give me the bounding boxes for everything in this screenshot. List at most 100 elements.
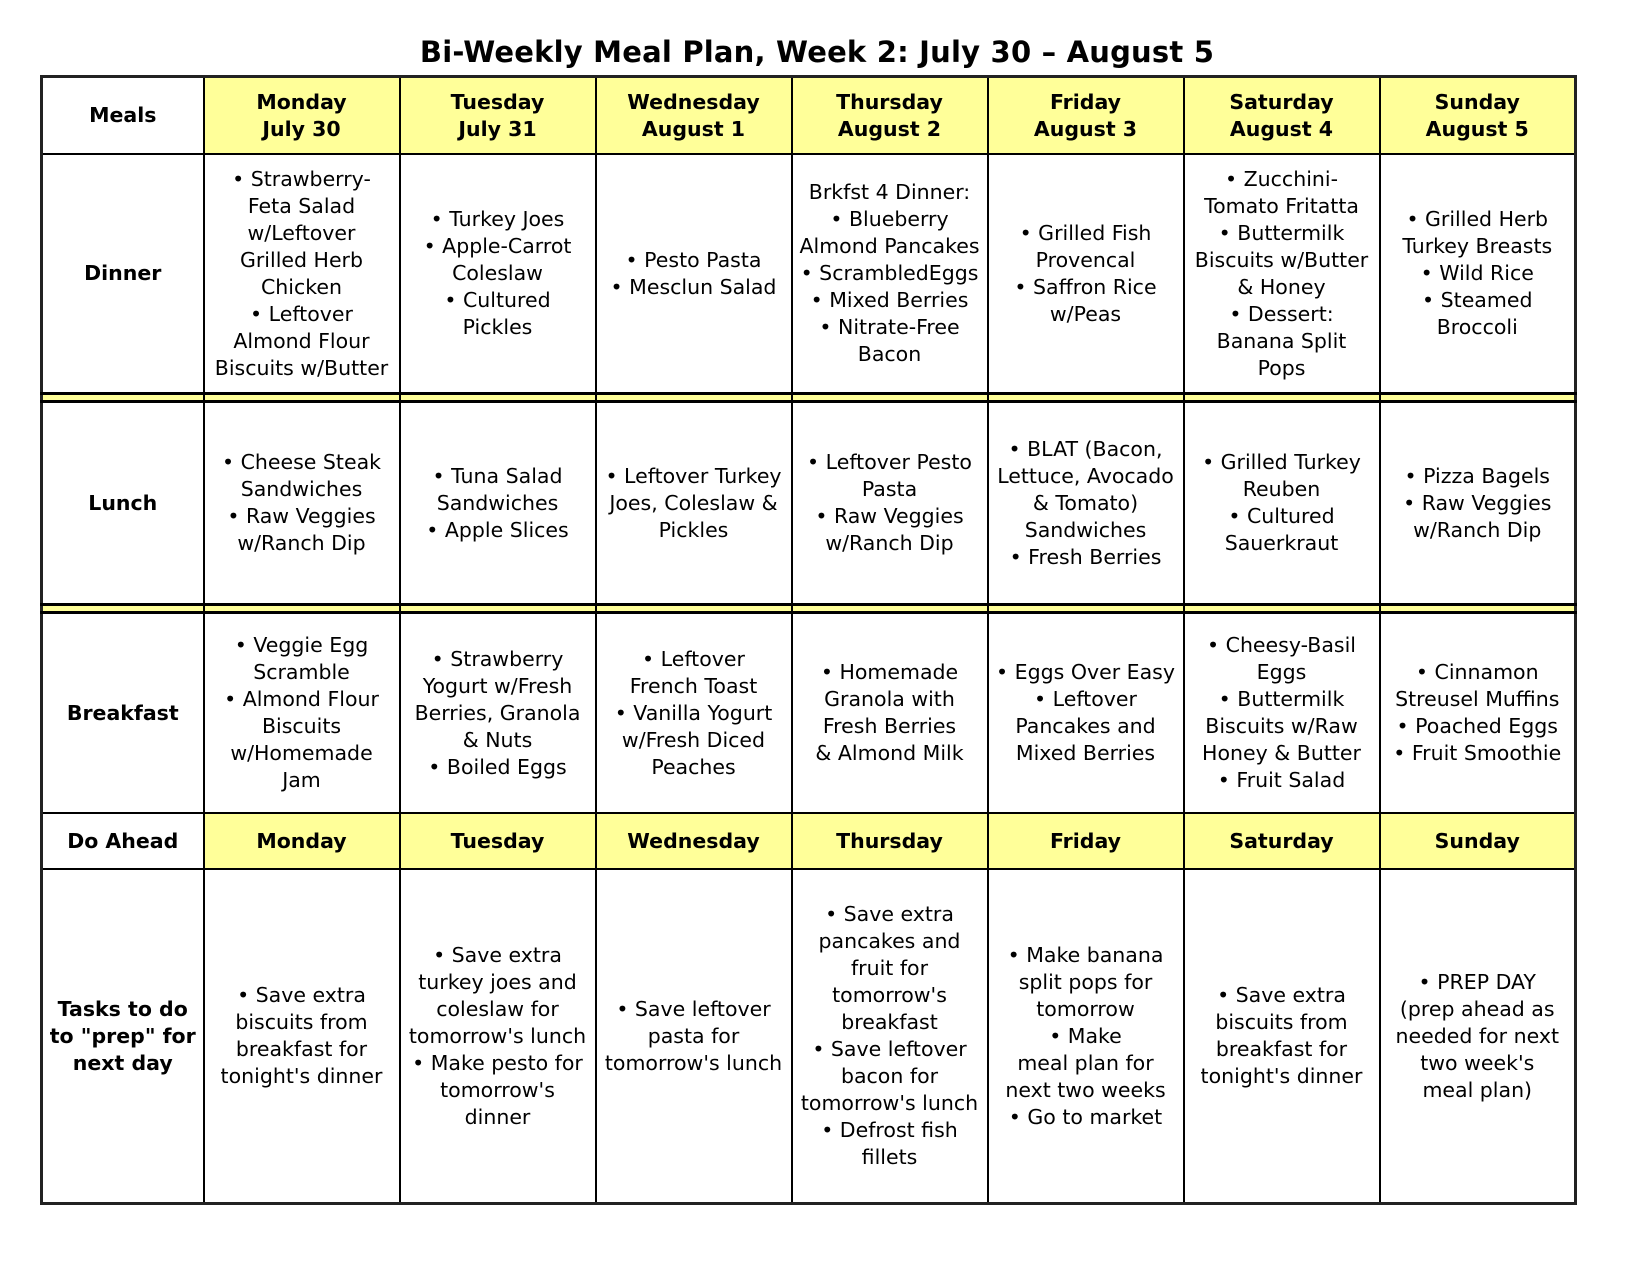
cell-line: Peaches — [651, 754, 736, 779]
cell-line: breakfast — [841, 1010, 938, 1034]
dinner-label: Dinner — [40, 153, 205, 395]
day-header: Friday August 3 — [986, 75, 1185, 155]
cell-line: Provencal — [1035, 247, 1136, 272]
cell-line: Mixed Berries — [1015, 741, 1156, 765]
cell-line: w/Leftover — [247, 220, 356, 245]
cell-line: • PREP DAY — [1418, 969, 1536, 994]
day-header: Saturday August 4 — [1182, 75, 1381, 155]
lunch-row: Lunch • Cheese Steak Sandwiches • Raw Vegg… — [40, 400, 1577, 606]
meal-cell: • Leftover Pesto Pasta • Raw Veggies w/Ranc… — [790, 400, 989, 606]
cell-line: Streusel Muffins — [1395, 687, 1560, 711]
cell-line: • Saffron Rice — [1014, 274, 1157, 299]
cell-line: • Save extra — [825, 902, 954, 926]
breakfast-row: Breakfast • Veggie Egg Scramble • Almond F… — [40, 611, 1577, 814]
cell-line: • Tuna Salad — [432, 463, 563, 488]
cell-line: tomorrow's lunch — [408, 1023, 587, 1048]
cell-line: • Grilled Fish — [1019, 220, 1152, 245]
cell-line: Biscuits w/Butter — [1194, 247, 1369, 272]
cell-line: • Turkey Joes — [430, 207, 565, 231]
day-date: August 2 — [837, 116, 942, 141]
cell-line: pasta for — [647, 1023, 740, 1048]
cell-line: Fresh Berries — [822, 714, 957, 738]
cell-line: • Save extra — [1217, 983, 1346, 1007]
tasks-label: Tasks to do to "prep" for next day — [40, 868, 205, 1205]
day-date: July 30 — [262, 116, 341, 141]
cell-line: Brkfst 4 Dinner: — [808, 180, 971, 204]
meal-cell: • Strawberry- Feta Salad w/Leftover Grilled… — [202, 153, 401, 395]
cell-line: biscuits from — [1215, 1010, 1348, 1034]
cell-line: biscuits from — [235, 1010, 368, 1034]
cell-line: • Make banana — [1007, 942, 1164, 967]
task-cell: • Save leftover pasta for tomorrow's lunch — [594, 868, 793, 1205]
day-name: Wednesday — [627, 89, 760, 114]
day-name: Monday — [256, 89, 347, 114]
cell-line: • Pesto Pasta — [625, 247, 762, 272]
do-ahead-day: Thursday — [790, 812, 989, 870]
tasks-label-line: Tasks to do — [57, 996, 188, 1021]
cell-line: Bacon — [857, 342, 922, 366]
day-name: Tuesday — [450, 89, 545, 114]
cell-line: • Leftover Pesto — [807, 450, 972, 474]
day-header: Wednesday August 1 — [594, 75, 793, 155]
cell-line: • Cinnamon — [1415, 660, 1539, 684]
cell-line: Reuben — [1242, 477, 1321, 501]
day-date: August 5 — [1425, 116, 1529, 141]
cell-line: Joes, Coleslaw & — [609, 490, 778, 515]
cell-line: Pickles — [462, 315, 533, 339]
cell-line: • Leftover Turkey — [605, 463, 782, 488]
cell-line: turkey joes and — [418, 969, 577, 994]
task-cell: • Save extra biscuits from breakfast for to… — [202, 868, 401, 1205]
cell-line: • Cultured — [444, 288, 551, 312]
meal-cell: • Homemade Granola with Fresh Berries & Alm… — [790, 611, 989, 814]
cell-line: Almond Pancakes — [799, 234, 980, 258]
meal-cell: • Eggs Over Easy • Leftover Pancakes and Mi… — [986, 611, 1185, 814]
cell-line: next two weeks — [1005, 1077, 1166, 1102]
meal-cell: • Zucchini- Tomato Fritatta • Buttermilk Bi… — [1182, 153, 1381, 395]
cell-line: • Raw Veggies — [227, 504, 376, 528]
row-separator — [40, 603, 1577, 614]
task-cell: • Make banana split pops for tomorrow • Mak… — [986, 868, 1185, 1205]
cell-line: Pops — [1257, 355, 1306, 380]
cell-line: • Zucchini- — [1225, 166, 1338, 191]
day-header: Sunday August 5 — [1378, 75, 1577, 155]
cell-line: Berries, Granola — [414, 700, 581, 725]
cell-line: & Tomato) — [1032, 490, 1139, 515]
cell-line: (prep ahead as — [1399, 996, 1555, 1021]
meal-cell: • BLAT (Bacon, Lettuce, Avocado & Tomato) S… — [986, 400, 1185, 606]
do-ahead-day: Tuesday — [398, 812, 597, 870]
cell-line: • Eggs Over Easy — [996, 660, 1175, 684]
cell-line: • Almond Flour — [224, 687, 379, 711]
cell-line: fruit for — [850, 956, 929, 980]
row-separator — [40, 392, 1577, 403]
day-name: Friday — [1049, 89, 1122, 114]
task-cell: • Save extra turkey joes and coleslaw for t… — [398, 868, 597, 1205]
cell-line: pancakes and — [818, 929, 961, 953]
meal-cell: • Leftover French Toast • Vanilla Yogurt w/… — [594, 611, 793, 814]
cell-line: • Strawberry- — [232, 166, 371, 191]
task-cell: • Save extra biscuits from breakfast for to… — [1182, 868, 1381, 1205]
dinner-row: Dinner • Strawberry- Feta Salad w/Leftover… — [40, 153, 1577, 395]
cell-line: • Buttermilk — [1218, 220, 1345, 245]
cell-line: tomorrow's — [440, 1077, 555, 1102]
cell-line: split pops for — [1018, 969, 1153, 994]
cell-line: • Leftover — [1034, 687, 1137, 711]
cell-line: • Leftover — [250, 301, 353, 326]
cell-line: • Nitrate-Free — [819, 315, 960, 339]
cell-line: • Strawberry — [431, 646, 564, 671]
cell-line: Biscuits w/Raw — [1205, 714, 1358, 738]
day-name: Thursday — [836, 89, 943, 114]
cell-line: • Apple Slices — [426, 517, 569, 542]
cell-line: tonight's dinner — [220, 1064, 383, 1088]
cell-line: tomorrow's lunch — [604, 1050, 783, 1075]
cell-line: • Defrost fish — [821, 1118, 958, 1142]
do-ahead-label: Do Ahead — [40, 812, 205, 870]
day-date: July 31 — [458, 116, 537, 141]
day-date: August 3 — [1033, 116, 1138, 141]
cell-line: • Raw Veggies — [815, 504, 964, 528]
meal-cell: Brkfst 4 Dinner: • Blueberry Almond Pancak… — [790, 153, 989, 395]
cell-line: • Mixed Berries — [810, 288, 969, 312]
cell-line: Eggs — [1256, 660, 1307, 684]
cell-line: • Buttermilk — [1218, 687, 1345, 711]
cell-line: • BLAT (Bacon, — [1008, 436, 1163, 461]
cell-line: meal plan) — [1422, 1077, 1533, 1102]
